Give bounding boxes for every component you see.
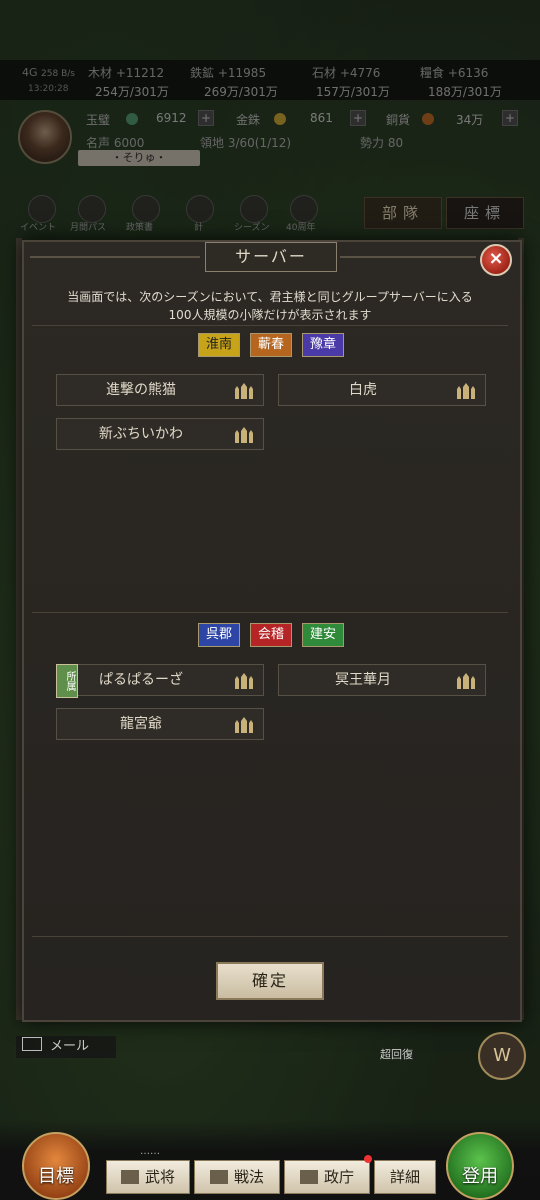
dialog-description-2: 100人規模の小隊だけが表示されます [168, 308, 372, 322]
squad-name: 龍宮爺 [120, 716, 162, 732]
title-ornament-right [340, 256, 476, 258]
scroll-icon [209, 1170, 228, 1184]
tactics-button[interactable]: 戦法 [194, 1160, 280, 1194]
helmet-icon [120, 1170, 139, 1184]
menu-label: 戦法 [233, 1168, 264, 1186]
soldiers-icon [235, 427, 253, 443]
close-button[interactable]: × [480, 244, 512, 276]
divider [32, 936, 508, 937]
squad-item[interactable]: 新ぶちいかわ [56, 418, 264, 450]
region-banner: 淮南 [198, 333, 240, 357]
soldiers-icon [457, 383, 475, 399]
menu-label: 政庁 [323, 1168, 354, 1186]
details-button[interactable]: 詳細 [374, 1160, 436, 1194]
building-icon [299, 1170, 318, 1184]
squad-name: ぱるぱるーざ [99, 672, 183, 688]
region-banner: 豫章 [302, 333, 344, 357]
squad-name: 白虎 [349, 382, 377, 398]
squad-item[interactable]: 所属 ぱるぱるーざ [56, 664, 264, 698]
notification-dot [364, 1155, 372, 1163]
dialog-description-1: 当画面では、次のシーズンにおいて、君主様と同じグループサーバーに入る [67, 290, 473, 304]
mission-icon[interactable]: W [478, 1032, 526, 1080]
region-banner: 建安 [302, 623, 344, 647]
dialog-title: サーバー [205, 242, 337, 272]
mail-label: メール [50, 1039, 90, 1054]
news-ticker: …… [140, 1146, 160, 1157]
squad-item[interactable]: 進撃の熊猫 [56, 374, 264, 406]
confirm-button[interactable]: 確定 [216, 962, 324, 1000]
squad-item[interactable]: 龍宮爺 [56, 708, 264, 740]
mail-icon [22, 1037, 42, 1051]
goal-label: 目標 [38, 1166, 74, 1187]
generals-button[interactable]: 武将 [106, 1160, 190, 1194]
squad-item[interactable]: 冥王華月 [278, 664, 486, 696]
soldiers-icon [235, 673, 253, 689]
super-recovery-label[interactable]: 超回復 [380, 1046, 413, 1062]
divider [32, 325, 508, 326]
enlist-button[interactable]: 登用 [446, 1132, 514, 1200]
region-banner: 蘄春 [250, 333, 292, 357]
mail-button[interactable]: メール [16, 1036, 116, 1058]
squad-item[interactable]: 白虎 [278, 374, 486, 406]
goal-button[interactable]: 目標 [22, 1132, 90, 1200]
squad-name: 冥王華月 [335, 672, 391, 688]
soldiers-icon [235, 383, 253, 399]
divider [32, 612, 508, 613]
region-banner: 会稽 [250, 623, 292, 647]
title-ornament-left [30, 256, 200, 258]
soldiers-icon [457, 673, 475, 689]
menu-label: 武将 [144, 1168, 175, 1186]
government-button[interactable]: 政庁 [284, 1160, 370, 1194]
squad-name: 新ぶちいかわ [98, 426, 184, 442]
enlist-label: 登用 [462, 1166, 498, 1187]
squad-name: 進撃の熊猫 [106, 382, 176, 398]
region-banner: 呉郡 [198, 623, 240, 647]
soldiers-icon [235, 717, 253, 733]
